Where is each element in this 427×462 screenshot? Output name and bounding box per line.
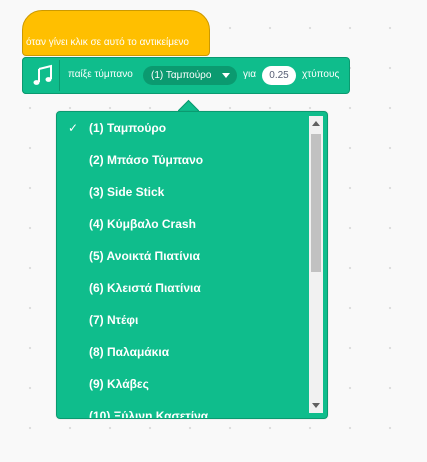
dropdown-item-10[interactable]: (10) Ξύλινη Κασετίνα (57, 400, 307, 419)
dropdown-item-7[interactable]: (7) Ντέφι (57, 304, 307, 336)
scrollbar-thumb[interactable] (311, 134, 321, 272)
check-icon: ✓ (68, 121, 79, 135)
dropdown-item-label: (4) Κύμβαλο Crash (89, 217, 196, 231)
dropdown-item-9[interactable]: (9) Κλάβες (57, 368, 307, 400)
dropdown-item-label: (1) Ταμπούρο (89, 121, 167, 135)
dropdown-item-2[interactable]: (2) Μπάσο Τύμπανο (57, 144, 307, 176)
dropdown-item-label: (5) Ανοικτά Πιατίνια (89, 249, 200, 263)
dropdown-item-label: (9) Κλάβες (89, 377, 149, 391)
scroll-up-arrow-icon[interactable] (312, 121, 320, 126)
drum-select-dropdown[interactable]: (1) Ταμπούρο (143, 66, 237, 85)
dropdown-item-6[interactable]: (6) Κλειστά Πιατίνια (57, 272, 307, 304)
drum-select-value: (1) Ταμπούρο (151, 70, 212, 81)
dropdown-item-8[interactable]: (8) Παλαμάκια (57, 336, 307, 368)
music-notes-icon (33, 64, 52, 85)
for-label: για (243, 69, 257, 80)
dropdown-item-3[interactable]: (3) Side Stick (57, 176, 307, 208)
play-drum-label: παίξε τύμπανο (68, 69, 133, 80)
dropdown-item-label: (7) Ντέφι (89, 313, 139, 327)
block-divider (59, 60, 60, 91)
hat-block-label: όταν γίνει κλικ σε αυτό το αντικείμενο (26, 37, 189, 48)
chevron-down-icon (222, 73, 230, 78)
dropdown-item-label: (10) Ξύλινη Κασετίνα (89, 409, 209, 419)
scroll-down-arrow-icon[interactable] (312, 403, 320, 408)
dropdown-item-label: (8) Παλαμάκια (89, 345, 170, 359)
beats-input[interactable]: 0.25 (262, 66, 296, 85)
dropdown-item-label: (6) Κλειστά Πιατίνια (89, 281, 201, 295)
when-clicked-hat-block[interactable] (22, 10, 210, 56)
beats-label: χτύπους (302, 69, 340, 80)
dropdown-item-1[interactable]: ✓ (1) Ταμπούρο (57, 112, 307, 144)
dropdown-item-4[interactable]: (4) Κύμβαλο Crash (57, 208, 307, 240)
dropdown-scrollbar[interactable] (309, 116, 323, 413)
dropdown-item-label: (3) Side Stick (89, 185, 165, 199)
drum-dropdown-menu: ✓ (1) Ταμπούρο (2) Μπάσο Τύμπανο (3) Sid… (56, 111, 328, 419)
dropdown-items: ✓ (1) Ταμπούρο (2) Μπάσο Τύμπανο (3) Sid… (57, 112, 307, 419)
dropdown-item-label: (2) Μπάσο Τύμπανο (89, 153, 204, 167)
dropdown-item-5[interactable]: (5) Ανοικτά Πιατίνια (57, 240, 307, 272)
